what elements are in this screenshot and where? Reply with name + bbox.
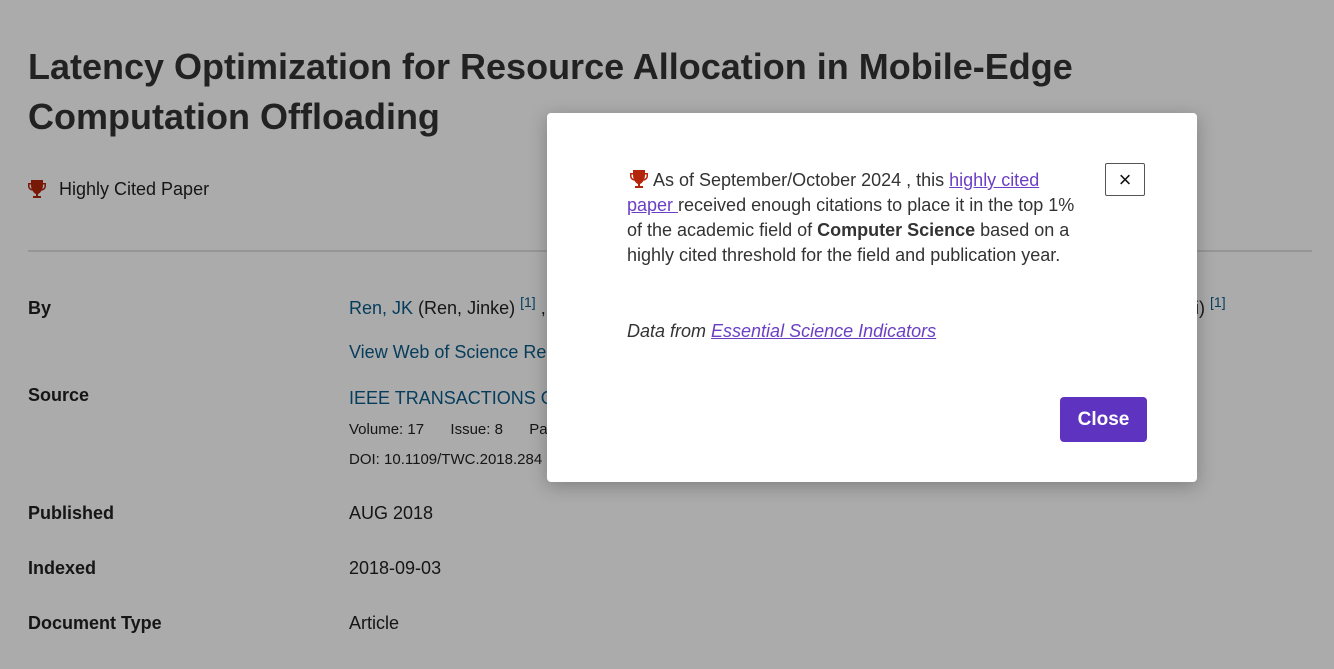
data-source-prefix: Data from [627,321,712,341]
message-text-start: As of September/October 2024 , this [653,170,950,190]
close-button[interactable]: Close [1060,397,1147,442]
close-icon[interactable]: × [1105,163,1145,196]
dialog-message: As of September/October 2024 , this high… [627,167,1077,268]
field-name: Computer Science [817,220,976,240]
essential-science-indicators-link[interactable]: Essential Science Indicators [711,321,936,341]
data-source-line: Data from Essential Science Indicators [627,321,936,342]
highly-cited-dialog: As of September/October 2024 , this high… [547,113,1197,482]
trophy-icon [630,170,648,188]
